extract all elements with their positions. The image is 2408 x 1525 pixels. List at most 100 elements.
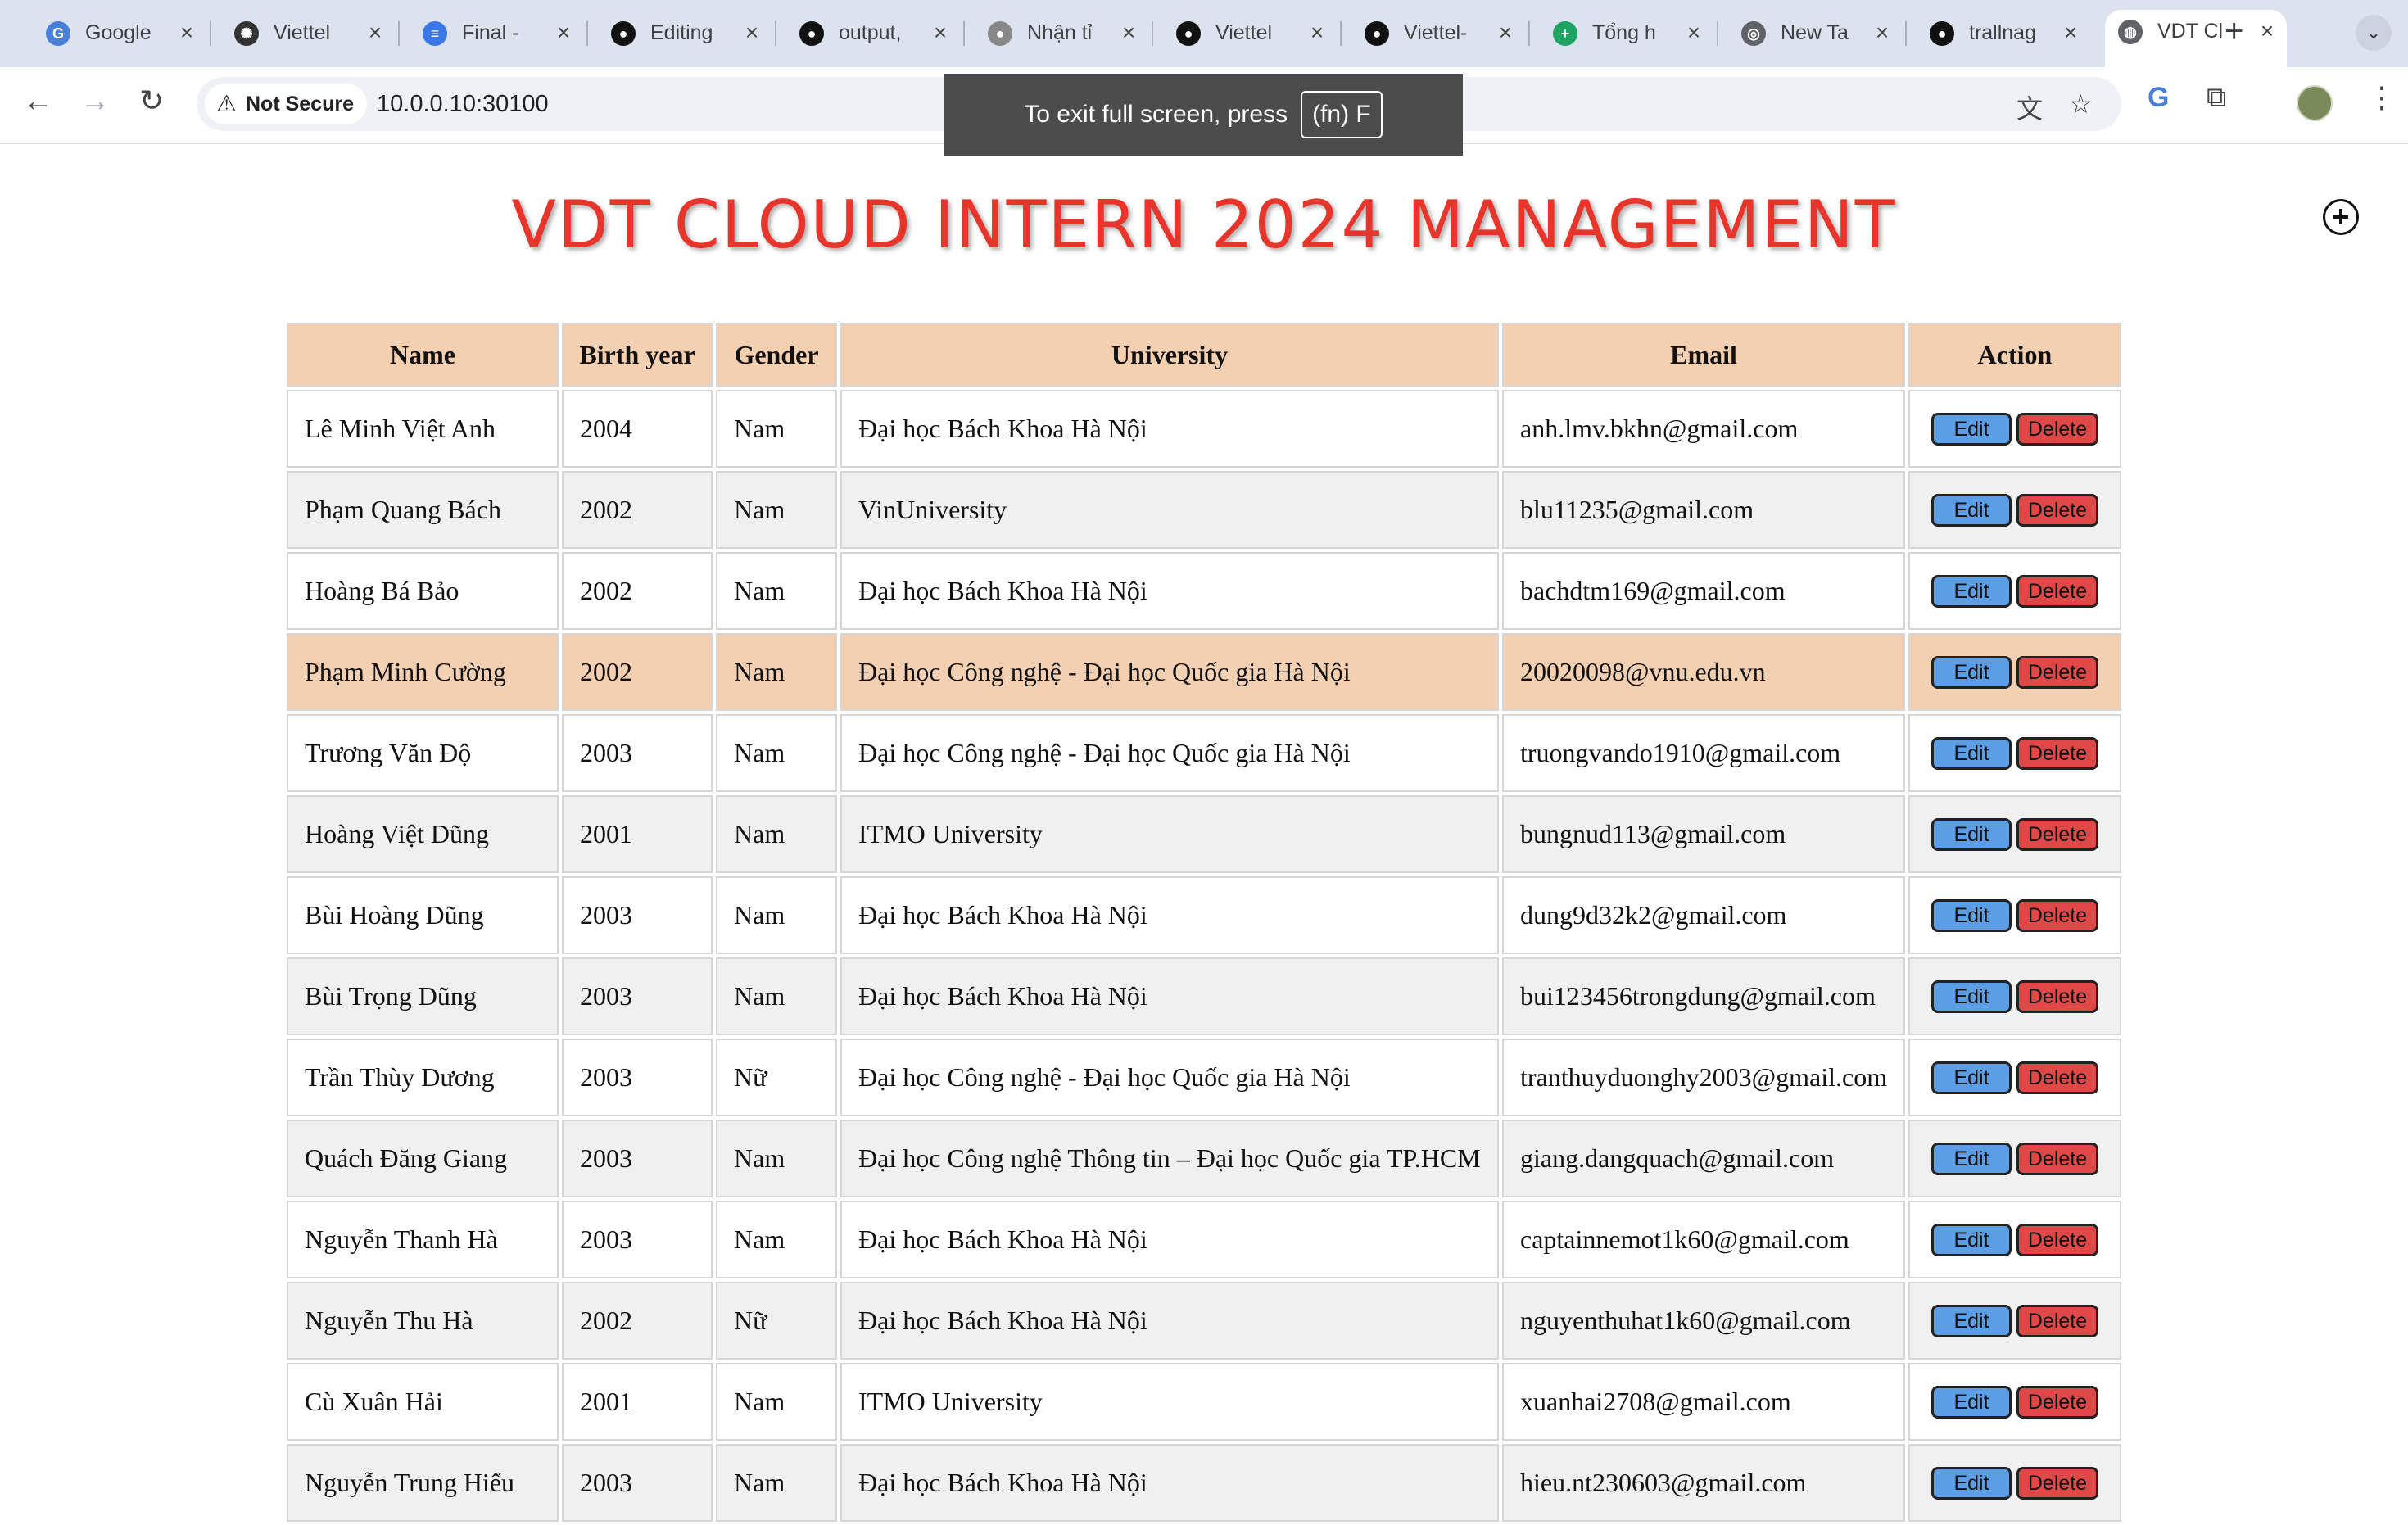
cell-email: dung9d32k2@gmail.com xyxy=(1502,876,1905,954)
delete-button[interactable]: Delete xyxy=(2016,1305,2098,1338)
edit-button[interactable]: Edit xyxy=(1931,818,2012,852)
fullscreen-exit-toast: To exit full screen, press (fn) F xyxy=(944,74,1463,156)
new-tab-button[interactable]: + xyxy=(2225,13,2243,50)
browser-tab[interactable]: ✺ Viettel × xyxy=(234,11,387,64)
delete-button[interactable]: Delete xyxy=(2016,1143,2098,1176)
browser-tab[interactable]: ● Editing × xyxy=(611,11,763,64)
edit-button[interactable]: Edit xyxy=(1931,1467,2012,1500)
toast-key: (fn) F xyxy=(1301,91,1383,138)
cell-university: Đại học Công nghệ - Đại học Quốc gia Hà … xyxy=(840,1039,1499,1116)
browser-tab[interactable]: ● Nhận tỉ × xyxy=(988,11,1140,64)
cell-email: bachdtm169@gmail.com xyxy=(1502,552,1905,630)
github-icon: ● xyxy=(1176,21,1201,46)
cell-email: giang.dangquach@gmail.com xyxy=(1502,1120,1905,1197)
translate-icon[interactable]: 文 xyxy=(2016,88,2043,126)
security-indicator[interactable]: ⚠ Not Secure xyxy=(205,84,367,124)
tab-close-icon[interactable]: × xyxy=(929,11,952,54)
browser-tab[interactable]: ◍ VDT Cl × xyxy=(2105,10,2287,67)
column-header-name: Name xyxy=(287,323,559,387)
profile-avatar[interactable] xyxy=(2297,85,2333,121)
browser-tab[interactable]: ● Viettel × xyxy=(1176,11,1328,64)
edit-button[interactable]: Edit xyxy=(1931,980,2012,1014)
tab-close-icon[interactable]: × xyxy=(1117,11,1140,54)
tab-title: output, xyxy=(839,21,902,44)
cell-actions: Edit Delete xyxy=(1908,1444,2121,1522)
chatgpt-icon: ✺ xyxy=(234,21,259,46)
edit-button[interactable]: Edit xyxy=(1931,1143,2012,1176)
tab-separator xyxy=(963,21,965,46)
edit-button[interactable]: Edit xyxy=(1931,737,2012,771)
browser-tab[interactable]: ● output, × xyxy=(799,11,952,64)
tab-close-icon[interactable]: × xyxy=(1871,11,1894,54)
table-header-row: Name Birth year Gender University Email … xyxy=(287,323,2121,387)
cell-name: Nguyễn Thanh Hà xyxy=(287,1201,559,1278)
cell-birth-year: 2003 xyxy=(562,876,713,954)
warning-icon: ⚠ xyxy=(216,91,238,116)
tab-close-icon[interactable]: × xyxy=(552,11,575,54)
browser-tab[interactable]: G Google × xyxy=(46,11,198,64)
browser-tab[interactable]: ◎ New Ta × xyxy=(1741,11,1894,64)
delete-button[interactable]: Delete xyxy=(2016,1467,2098,1500)
tab-close-icon[interactable]: × xyxy=(2059,11,2082,54)
tab-close-icon[interactable]: × xyxy=(1306,11,1328,54)
menu-dots-icon[interactable]: ⋮ xyxy=(2367,80,2397,115)
delete-button[interactable]: Delete xyxy=(2016,737,2098,771)
edit-button[interactable]: Edit xyxy=(1931,1305,2012,1338)
delete-button[interactable]: Delete xyxy=(2016,899,2098,933)
browser-tab[interactable]: + Tổng h × xyxy=(1553,11,1705,64)
cell-name: Bùi Hoàng Dũng xyxy=(287,876,559,954)
browser-tab[interactable]: ● trallnag × xyxy=(1930,11,2082,64)
table-row: Nguyễn Thanh Hà 2003 Nam Đại học Bách Khoa … xyxy=(287,1201,2121,1278)
edit-button[interactable]: Edit xyxy=(1931,1061,2012,1095)
cell-actions: Edit Delete xyxy=(1908,957,2121,1035)
edit-button[interactable]: Edit xyxy=(1931,413,2012,446)
edit-button[interactable]: Edit xyxy=(1931,494,2012,527)
reload-icon[interactable]: ↻ xyxy=(139,84,164,118)
cell-birth-year: 2003 xyxy=(562,1201,713,1278)
tab-close-icon[interactable]: × xyxy=(364,11,387,54)
google-translate-extension-icon[interactable]: G xyxy=(2148,82,2169,114)
cell-gender: Nam xyxy=(716,1120,837,1197)
browser-tab[interactable]: ● Viettel- × xyxy=(1365,11,1517,64)
delete-button[interactable]: Delete xyxy=(2016,575,2098,609)
google-sheets-icon: + xyxy=(1553,21,1577,46)
tab-close-icon[interactable]: × xyxy=(740,11,763,54)
delete-button[interactable]: Delete xyxy=(2016,980,2098,1014)
github-icon: ● xyxy=(1365,21,1389,46)
edit-button[interactable]: Edit xyxy=(1931,899,2012,933)
browser-tab[interactable]: ≡ Final - × xyxy=(423,11,575,64)
cell-gender: Nam xyxy=(716,1363,837,1441)
tab-close-icon[interactable]: × xyxy=(175,11,198,54)
google-translate-icon: G xyxy=(46,21,70,46)
add-student-icon[interactable] xyxy=(2323,199,2359,235)
column-header-action: Action xyxy=(1908,323,2121,387)
bookmark-star-icon[interactable]: ☆ xyxy=(2069,88,2093,120)
back-arrow-icon[interactable]: ← xyxy=(23,84,52,118)
delete-button[interactable]: Delete xyxy=(2016,1061,2098,1095)
forward-arrow-icon[interactable]: → xyxy=(80,84,110,118)
table-row: Bùi Hoàng Dũng 2003 Nam Đại học Bách Khoa H… xyxy=(287,876,2121,954)
cell-email: bungnud113@gmail.com xyxy=(1502,795,1905,873)
delete-button[interactable]: Delete xyxy=(2016,413,2098,446)
edit-button[interactable]: Edit xyxy=(1931,575,2012,609)
cell-actions: Edit Delete xyxy=(1908,876,2121,954)
cell-birth-year: 2003 xyxy=(562,1444,713,1522)
tab-close-icon[interactable]: × xyxy=(1682,11,1705,54)
delete-button[interactable]: Delete xyxy=(2016,656,2098,690)
delete-button[interactable]: Delete xyxy=(2016,818,2098,852)
extensions-puzzle-icon[interactable]: ⧉ xyxy=(2207,82,2226,114)
cell-birth-year: 2003 xyxy=(562,957,713,1035)
edit-button[interactable]: Edit xyxy=(1931,1386,2012,1419)
cell-gender: Nam xyxy=(716,714,837,792)
delete-button[interactable]: Delete xyxy=(2016,1386,2098,1419)
edit-button[interactable]: Edit xyxy=(1931,656,2012,690)
tab-search-chevron-icon[interactable]: ⌄ xyxy=(2356,15,2392,51)
delete-button[interactable]: Delete xyxy=(2016,1224,2098,1257)
delete-button[interactable]: Delete xyxy=(2016,494,2098,527)
tab-separator xyxy=(586,21,588,46)
tab-close-icon[interactable]: × xyxy=(1494,11,1517,54)
tab-close-icon[interactable]: × xyxy=(2256,10,2279,52)
edit-button[interactable]: Edit xyxy=(1931,1224,2012,1257)
url-text[interactable]: 10.0.0.10:30100 xyxy=(377,77,549,131)
page-title: VDT CLOUD INTERN 2024 MANAGEMENT xyxy=(511,187,1897,263)
